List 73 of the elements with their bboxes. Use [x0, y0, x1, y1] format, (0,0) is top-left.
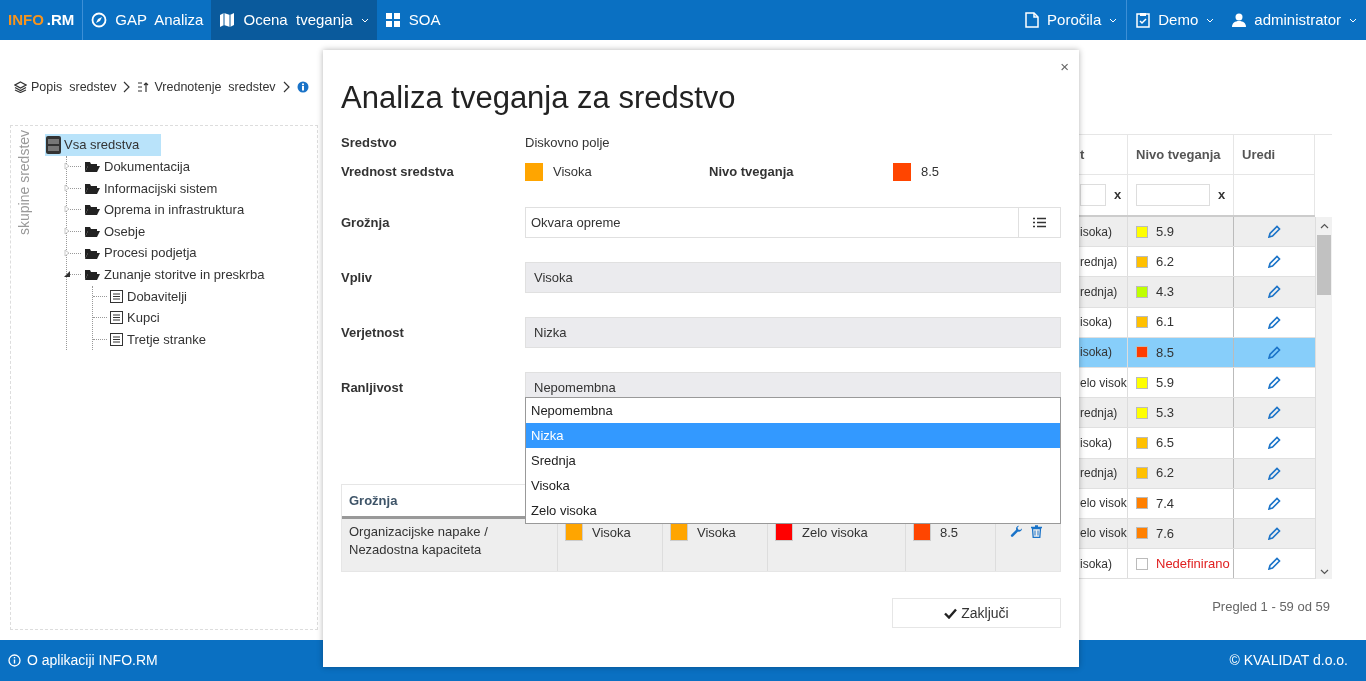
tree-node[interactable]: Tretje stranke — [127, 329, 206, 350]
table-cell-text: elo visok — [1080, 374, 1127, 392]
tree-node[interactable]: Oprema in infrastruktura — [104, 200, 245, 220]
risk-level-value: 4.3 — [1156, 283, 1175, 302]
table-cell-text: isoka) — [1080, 555, 1112, 573]
risk-level-value: 6.2 — [1156, 253, 1175, 272]
close-button[interactable]: × — [1060, 56, 1069, 79]
nav-menu[interactable]: Poročila — [1016, 0, 1127, 40]
tree-node[interactable]: Informacijski sistem — [104, 178, 218, 199]
table-cell-text: isoka) — [1080, 223, 1112, 241]
field-label: Nivo tveganja — [709, 163, 795, 182]
breadcrumb-link[interactable]: Popis sredstev — [31, 77, 117, 97]
field-label: Vrednost sredstva — [341, 163, 455, 182]
table-cell-text: Zelo visoka — [802, 524, 868, 542]
risk-level-value: 7.6 — [1156, 524, 1175, 543]
column-header[interactable]: Nivo tveganja — [1128, 135, 1234, 174]
table-cell-text: rednja) — [1080, 465, 1118, 483]
table-cell-text: rednja) — [1080, 253, 1118, 271]
risk-level-value: 5.9 — [1156, 222, 1175, 241]
field-label: Sredstvo — [341, 134, 398, 153]
risk-level-value: 5.3 — [1156, 403, 1175, 422]
column-header[interactable]: Uredi — [1234, 135, 1315, 174]
panel-side-label: skupine sredstev — [14, 130, 33, 235]
tree-node[interactable]: Osebje — [104, 221, 146, 242]
field-label: Grožnja — [341, 213, 391, 232]
copyright-text: © KVALIDAT d.o.o. — [1229, 651, 1348, 670]
risk-level-value: 6.5 — [1156, 434, 1175, 453]
table-cell-text: rednja) — [1080, 283, 1118, 301]
tree-node[interactable]: Dobavitelji — [127, 286, 187, 307]
likelihood-select[interactable]: Nizka — [525, 317, 1061, 348]
risk-level-value: 7.4 — [1156, 494, 1175, 513]
tree-node[interactable]: Vsa sredstva — [45, 134, 161, 156]
about-link[interactable]: O aplikaciji INFO.RM — [8, 650, 158, 671]
risk-level-value: 6.2 — [1156, 464, 1175, 483]
table-cell-text: rednja) — [1080, 404, 1118, 422]
tree-node[interactable]: Dokumentacija — [104, 157, 190, 177]
table-cell-text: isoka) — [1080, 314, 1112, 332]
table-cell-text: elo visok — [1080, 525, 1127, 543]
tree-node[interactable]: Kupci — [127, 308, 160, 328]
field-value: Diskovno polje — [525, 134, 610, 153]
dialog-title: Analiza tveganja za sredstvo — [341, 79, 737, 117]
impact-select[interactable]: Visoka — [525, 262, 1061, 293]
tree-node[interactable]: Procesi podjetja — [104, 243, 197, 263]
nav-tab[interactable]: Ocena tveganja — [211, 0, 377, 40]
risk-level-value: 8.5 — [1156, 343, 1175, 362]
table-cell-text: Visoka — [697, 524, 736, 542]
nav-menu[interactable]: administrator — [1223, 0, 1366, 40]
table-cell-text: isoka) — [1080, 344, 1112, 362]
field-label: Verjetnost — [341, 323, 405, 342]
table-cell: Organizacijske napake / Nezadostna kapaciteta — [349, 524, 488, 557]
table-cell-text: elo visok — [1080, 495, 1127, 513]
column-header[interactable]: Grožnja — [349, 490, 398, 511]
nav-menu[interactable]: Demo — [1126, 0, 1224, 40]
tree-node[interactable]: Zunanje storitve in preskrba — [104, 265, 265, 285]
breadcrumb-link[interactable]: Vrednotenje sredstev — [154, 77, 276, 97]
close-dialog-button[interactable]: Zaključi — [892, 598, 1061, 628]
field-label: Ranljivost — [341, 378, 405, 397]
app-logo[interactable]: INFO .RM — [0, 0, 84, 40]
nav-tab[interactable]: SOA — [376, 0, 449, 40]
field-value: Visoka — [553, 163, 592, 182]
risk-level-value: Nedefinirano — [1156, 554, 1230, 573]
field-label: Vpliv — [341, 268, 374, 287]
table-cell-text: isoka) — [1080, 434, 1112, 452]
risk-level-value: 5.9 — [1156, 373, 1175, 392]
pager-info: Pregled 1 - 59 od 59 — [1212, 598, 1330, 617]
field-value: 8.5 — [921, 163, 940, 182]
table-cell-text: 8.5 — [940, 524, 959, 542]
clear-filter-button[interactable]: x — [1218, 185, 1226, 205]
risk-level-value: 6.1 — [1156, 313, 1175, 332]
threat-field[interactable]: Okvara opreme — [525, 207, 1061, 238]
clear-filter-button[interactable]: x — [1114, 185, 1122, 205]
table-cell-text: Visoka — [592, 524, 631, 542]
nav-tab[interactable]: GAP Analiza — [83, 0, 212, 40]
